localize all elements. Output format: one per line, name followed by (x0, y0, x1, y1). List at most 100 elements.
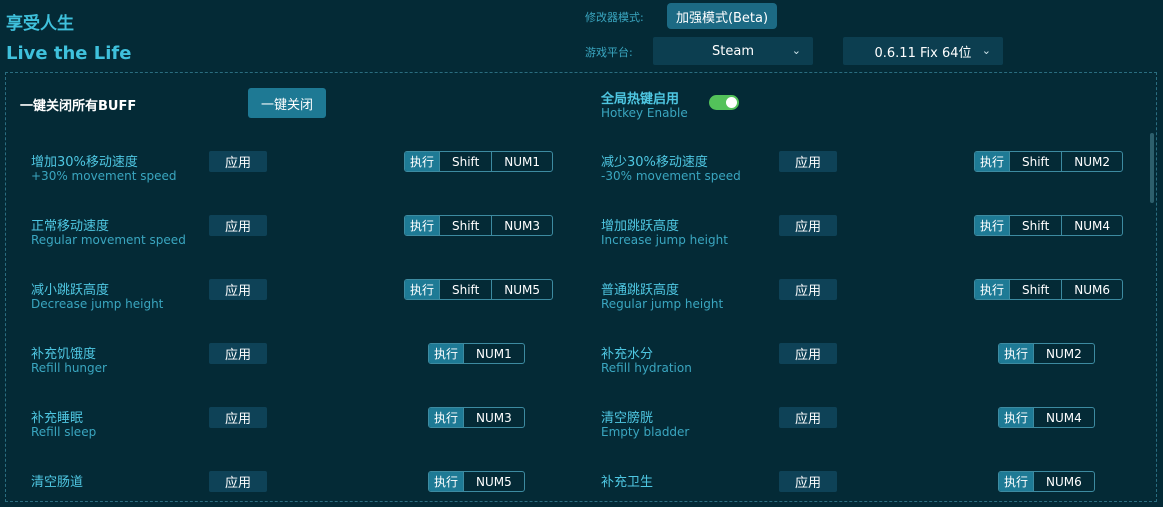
cheat-name-cn: 清空肠道 (31, 475, 84, 490)
hotkey-key: NUM5 (491, 280, 552, 299)
cheat-name-cn: 补充睡眠 (31, 411, 84, 426)
cheat-row: 补充卫生 应用 执行 NUM6 (601, 471, 1156, 501)
hotkey-key: NUM3 (491, 216, 552, 235)
hotkey-badge[interactable]: 执行 NUM3 (428, 407, 525, 428)
cheat-name-cn: 增加跳跃高度 (601, 219, 680, 234)
hotkey-key: Shift (1009, 216, 1061, 235)
cheat-name-en: Refill hunger (31, 361, 107, 375)
apply-button[interactable]: 应用 (779, 343, 837, 364)
version-select[interactable]: 0.6.11 Fix 64位 ⌄ (843, 37, 1003, 65)
hotkey-key: NUM5 (463, 472, 524, 491)
apply-button[interactable]: 应用 (209, 279, 267, 300)
cheat-name-cn: 清空膀胱 (601, 411, 654, 426)
hotkey-key: NUM2 (1061, 152, 1122, 171)
hotkey-key: NUM1 (463, 344, 524, 363)
cheat-name-cn: 正常移动速度 (31, 219, 110, 234)
cheat-row: 补充水分 Refill hydration 应用 执行 NUM2 (601, 343, 1156, 393)
execute-label: 执行 (429, 472, 463, 491)
apply-button[interactable]: 应用 (209, 471, 267, 492)
cheat-name-cn: 普通跳跃高度 (601, 283, 680, 298)
cheat-row: 减小跳跃高度 Decrease jump height 应用 执行 Shift NUM5 (31, 279, 591, 329)
app-title-en: Live the Life (6, 43, 132, 64)
hotkey-key: Shift (1009, 152, 1061, 171)
mode-label: 修改器模式: (585, 11, 644, 24)
apply-button[interactable]: 应用 (209, 151, 267, 172)
execute-label: 执行 (999, 472, 1033, 491)
hotkey-badge[interactable]: 执行 NUM5 (428, 471, 525, 492)
hotkey-enable-toggle[interactable] (709, 95, 739, 110)
chevron-down-icon: ⌄ (791, 44, 801, 57)
chevron-down-icon: ⌄ (981, 44, 991, 57)
cheat-row: 减少30%移动速度 -30% movement speed 应用 执行 Shift NUM… (601, 151, 1156, 201)
toggle-knob (726, 97, 737, 108)
cheat-name-cn: 补充饥饿度 (31, 347, 97, 362)
all-buff-label: 一键关闭所有BUFF (20, 99, 137, 114)
hotkey-key: NUM2 (1033, 344, 1094, 363)
hotkey-badge[interactable]: 执行 Shift NUM6 (974, 279, 1124, 300)
cheat-name-cn: 减小跳跃高度 (31, 283, 110, 298)
cheat-row: 清空膀胱 Empty bladder 应用 执行 NUM4 (601, 407, 1156, 457)
cheat-name-en: Regular jump height (601, 297, 724, 311)
hotkey-badge[interactable]: 执行 Shift NUM4 (974, 215, 1124, 236)
cheat-name-cn: 减少30%移动速度 (601, 155, 708, 170)
hotkey-key: Shift (439, 152, 491, 171)
cheat-row: 增加30%移动速度 +30% movement speed 应用 执行 Shift NUM… (31, 151, 591, 201)
execute-label: 执行 (405, 280, 439, 299)
cheat-name-cn: 补充卫生 (601, 475, 654, 490)
execute-label: 执行 (975, 216, 1009, 235)
cheat-panel: 一键关闭所有BUFF 一键关闭 全局热键启用 Hotkey Enable 增加3… (5, 72, 1157, 502)
cheat-name-cn: 补充水分 (601, 347, 654, 362)
hotkey-badge[interactable]: 执行 NUM4 (998, 407, 1095, 428)
execute-label: 执行 (405, 152, 439, 171)
cheat-row: 正常移动速度 Regular movement speed 应用 执行 Shift NUM… (31, 215, 591, 265)
cheat-name-en: Increase jump height (601, 233, 728, 247)
apply-button[interactable]: 应用 (779, 471, 837, 492)
cheat-name-en: +30% movement speed (31, 169, 177, 183)
cheat-name-en: Regular movement speed (31, 233, 186, 247)
execute-label: 执行 (999, 408, 1033, 427)
hotkey-key: NUM1 (491, 152, 552, 171)
hotkey-key: NUM4 (1061, 216, 1122, 235)
apply-button[interactable]: 应用 (779, 151, 837, 172)
hotkey-key: Shift (439, 280, 491, 299)
hotkey-badge[interactable]: 执行 Shift NUM5 (404, 279, 554, 300)
hotkey-key: Shift (1009, 280, 1061, 299)
version-value: 0.6.11 Fix 64位 (874, 45, 972, 61)
hotkey-badge[interactable]: 执行 NUM1 (428, 343, 525, 364)
platform-label: 游戏平台: (585, 46, 633, 59)
apply-button[interactable]: 应用 (209, 407, 267, 428)
hotkey-key: Shift (439, 216, 491, 235)
hotkey-enable-label-en: Hotkey Enable (601, 106, 688, 120)
execute-label: 执行 (975, 152, 1009, 171)
hotkey-badge[interactable]: 执行 Shift NUM3 (404, 215, 554, 236)
mode-button[interactable]: 加强模式(Beta) (667, 3, 777, 29)
execute-label: 执行 (429, 408, 463, 427)
cheat-row: 普通跳跃高度 Regular jump height 应用 执行 Shift NUM6 (601, 279, 1156, 329)
app-title-cn: 享受人生 (6, 14, 74, 34)
hotkey-key: NUM3 (463, 408, 524, 427)
platform-select[interactable]: Steam ⌄ (653, 37, 813, 65)
apply-button[interactable]: 应用 (209, 215, 267, 236)
cheat-name-en: Refill sleep (31, 425, 97, 439)
hotkey-key: NUM4 (1033, 408, 1094, 427)
cheat-row: 补充睡眠 Refill sleep 应用 执行 NUM3 (31, 407, 591, 457)
hotkey-badge[interactable]: 执行 Shift NUM1 (404, 151, 554, 172)
hotkey-badge[interactable]: 执行 NUM6 (998, 471, 1095, 492)
apply-button[interactable]: 应用 (779, 407, 837, 428)
apply-button[interactable]: 应用 (779, 279, 837, 300)
hotkey-key: NUM6 (1061, 280, 1122, 299)
cheat-row: 增加跳跃高度 Increase jump height 应用 执行 Shift NUM4 (601, 215, 1156, 265)
cheat-name-en: -30% movement speed (601, 169, 741, 183)
cheat-name-en: Refill hydration (601, 361, 692, 375)
execute-label: 执行 (405, 216, 439, 235)
cheat-name-cn: 增加30%移动速度 (31, 155, 138, 170)
close-all-button[interactable]: 一键关闭 (248, 88, 326, 118)
apply-button[interactable]: 应用 (209, 343, 267, 364)
cheat-name-en: Decrease jump height (31, 297, 164, 311)
platform-value: Steam (712, 43, 754, 59)
apply-button[interactable]: 应用 (779, 215, 837, 236)
cheat-name-en: Empty bladder (601, 425, 690, 439)
hotkey-badge[interactable]: 执行 Shift NUM2 (974, 151, 1124, 172)
cheat-row: 补充饥饿度 Refill hunger 应用 执行 NUM1 (31, 343, 591, 393)
hotkey-badge[interactable]: 执行 NUM2 (998, 343, 1095, 364)
